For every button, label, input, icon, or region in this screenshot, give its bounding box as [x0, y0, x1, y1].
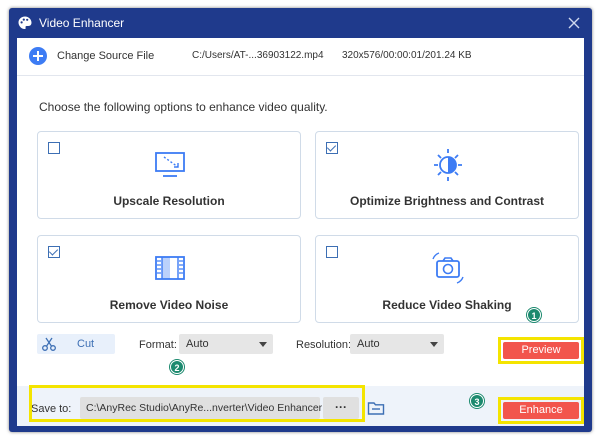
- source-file-info: 320x576/00:00:01/201.24 KB: [342, 50, 472, 61]
- upscale-icon: [155, 152, 185, 177]
- option-upscale-resolution[interactable]: Upscale Resolution: [37, 131, 301, 219]
- title-bar: Video Enhancer: [9, 8, 592, 38]
- option-label: Optimize Brightness and Contrast: [349, 194, 545, 208]
- save-path-highlight: [29, 385, 365, 422]
- source-file-path: C:/Users/AT-...36903122.mp4: [192, 50, 324, 61]
- format-select[interactable]: Auto: [179, 334, 273, 354]
- chevron-down-icon: [430, 342, 438, 347]
- folder-icon[interactable]: [367, 400, 385, 416]
- add-icon[interactable]: [29, 47, 47, 65]
- option-optimize-brightness[interactable]: Optimize Brightness and Contrast: [315, 131, 579, 219]
- scissors-icon: [42, 337, 56, 351]
- cut-label: Cut: [77, 338, 95, 350]
- video-enhancer-window: Video Enhancer Change Source File C:/Use…: [9, 8, 592, 432]
- step-badge-3: 3: [470, 394, 484, 408]
- instruction-text: Choose the following options to enhance …: [39, 100, 328, 114]
- resolution-select[interactable]: Auto: [350, 334, 444, 354]
- noise-checkbox[interactable]: [48, 246, 60, 258]
- resolution-value: Auto: [357, 338, 380, 350]
- noise-icon: [155, 256, 185, 280]
- cut-button[interactable]: Cut: [37, 334, 115, 354]
- source-file-row: Change Source File C:/Users/AT-...369031…: [17, 38, 584, 76]
- brightness-checkbox[interactable]: [326, 142, 338, 154]
- change-source-file-button[interactable]: Change Source File: [57, 50, 154, 62]
- window-title: Video Enhancer: [39, 16, 125, 30]
- chevron-down-icon: [259, 342, 267, 347]
- option-label: Upscale Resolution: [113, 194, 225, 208]
- brightness-icon: [434, 149, 462, 181]
- shake-camera-icon: [432, 252, 464, 284]
- format-value: Auto: [186, 338, 209, 350]
- format-label: Format:: [139, 339, 177, 351]
- enhance-button[interactable]: Enhance: [503, 402, 579, 419]
- close-icon[interactable]: [564, 13, 584, 33]
- palette-icon: [18, 16, 32, 29]
- shaking-checkbox[interactable]: [326, 246, 338, 258]
- step-badge-1: 1: [527, 308, 541, 322]
- enhancer-panel: Change Source File C:/Users/AT-...369031…: [17, 38, 584, 426]
- option-label: Remove Video Noise: [109, 298, 229, 312]
- resolution-label: Resolution:: [296, 339, 352, 351]
- upscale-checkbox[interactable]: [48, 142, 60, 154]
- preview-button[interactable]: Preview: [503, 342, 579, 359]
- step-badge-2: 2: [170, 360, 184, 374]
- option-remove-noise[interactable]: Remove Video Noise: [37, 235, 301, 323]
